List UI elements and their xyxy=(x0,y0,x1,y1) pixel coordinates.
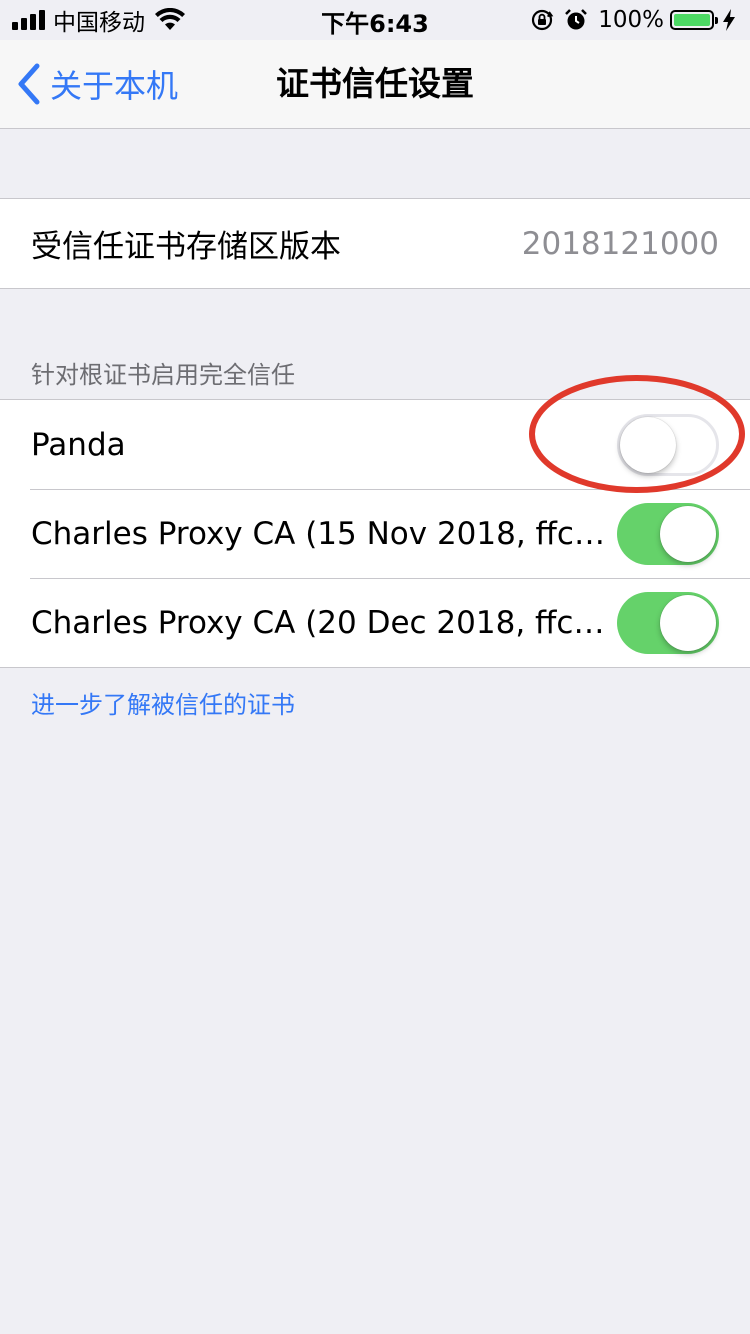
store-version-group: 受信任证书存储区版本 2018121000 xyxy=(0,198,750,289)
page-title: 证书信任设置 xyxy=(276,64,474,103)
trust-section-header: 针对根证书启用完全信任 xyxy=(31,361,295,389)
learn-more-link[interactable]: 进一步了解被信任的证书 xyxy=(31,685,295,720)
switch-knob xyxy=(660,595,716,651)
red-circle-annotation xyxy=(529,375,745,493)
navigation-bar: 关于本机 证书信任设置 xyxy=(0,40,750,129)
trust-toggle-charles-nov[interactable] xyxy=(617,503,719,565)
alarm-icon xyxy=(565,9,588,30)
list-item: Charles Proxy CA (15 Nov 2018, ffcn... xyxy=(0,489,750,578)
status-bar: 中国移动 下午6:43 100% xyxy=(0,0,750,40)
store-version-value: 2018121000 xyxy=(521,225,719,262)
rotation-lock-icon xyxy=(532,9,554,31)
battery-percent: 100% xyxy=(598,7,664,33)
store-version-label: 受信任证书存储区版本 xyxy=(31,229,341,265)
list-item: Charles Proxy CA (20 Dec 2018, ffcn... xyxy=(0,578,750,667)
battery-icon xyxy=(670,10,718,30)
certificate-name: Charles Proxy CA (20 Dec 2018, ffcn... xyxy=(31,604,611,641)
certificate-name: Charles Proxy CA (15 Nov 2018, ffcn... xyxy=(31,515,611,552)
certificate-name: Panda xyxy=(31,426,126,463)
charging-icon xyxy=(723,9,735,31)
switch-knob xyxy=(660,506,716,562)
trust-toggle-charles-dec[interactable] xyxy=(617,592,719,654)
store-version-row: 受信任证书存储区版本 2018121000 xyxy=(0,199,750,288)
